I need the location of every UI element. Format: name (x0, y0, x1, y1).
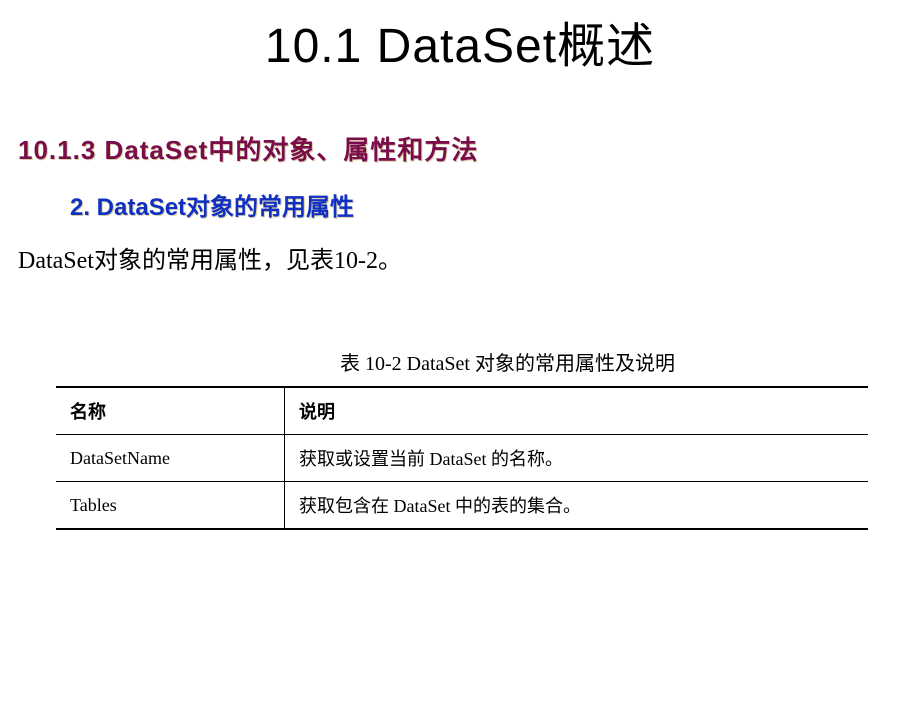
slide: 10.1 DataSet概述 10.1.3 DataSet中的对象、属性和方法 … (0, 0, 920, 701)
body-text: DataSet对象的常用属性，见表10-2。 (18, 240, 920, 275)
table-caption: 表 10-2 DataSet 对象的常用属性及说明 (340, 347, 920, 376)
table-row: Tables 获取包含在 DataSet 中的表的集合。 (56, 482, 868, 530)
properties-table: 名称 说明 DataSetName 获取或设置当前 DataSet 的名称。 T… (56, 386, 868, 530)
table-header-name: 名称 (56, 387, 285, 435)
table-row: DataSetName 获取或设置当前 DataSet 的名称。 (56, 435, 868, 482)
table-header-row: 名称 说明 (56, 387, 868, 435)
cell-name: Tables (56, 482, 285, 530)
cell-desc: 获取或设置当前 DataSet 的名称。 (285, 435, 869, 482)
cell-desc: 获取包含在 DataSet 中的表的集合。 (285, 482, 869, 530)
section-heading: 10.1.3 DataSet中的对象、属性和方法 (18, 130, 920, 167)
subsection-heading: 2. DataSet对象的常用属性 (70, 187, 920, 222)
cell-name: DataSetName (56, 435, 285, 482)
page-title: 10.1 DataSet概述 (0, 0, 920, 76)
table-header-desc: 说明 (285, 387, 869, 435)
